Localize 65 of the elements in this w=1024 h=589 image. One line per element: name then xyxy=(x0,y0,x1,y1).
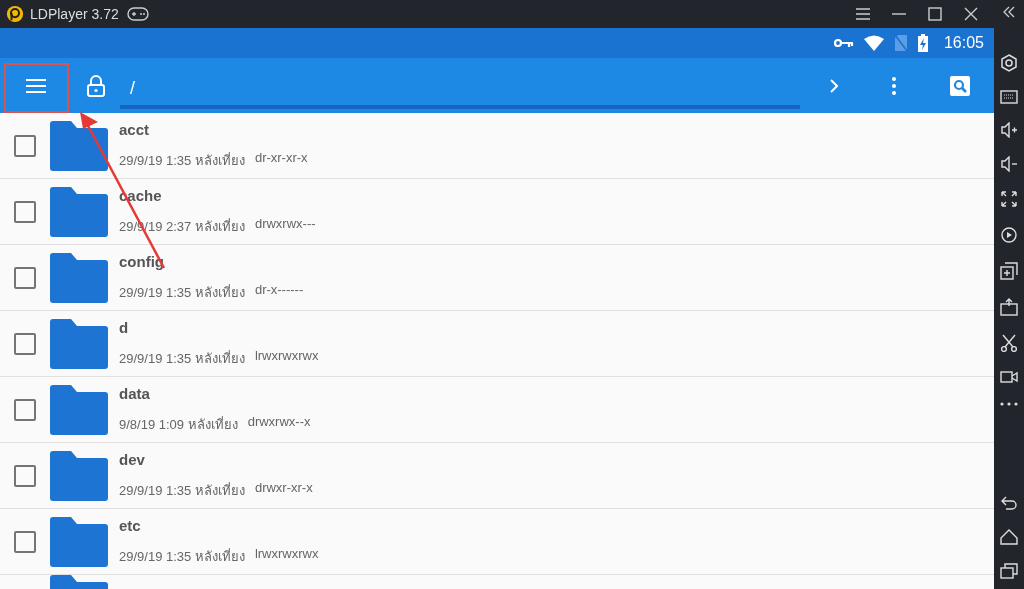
file-name: d xyxy=(119,318,130,336)
modified-date: 29/9/19 1:35 หลังเที่ยง xyxy=(119,547,245,566)
file-permissions: drwxrwx--x xyxy=(247,413,311,431)
folder-icon xyxy=(50,516,108,567)
video-camera-icon[interactable] xyxy=(1000,370,1018,384)
path-field[interactable]: / xyxy=(120,72,800,109)
file-permissions: drwxrwx--- xyxy=(254,215,316,233)
wifi-icon xyxy=(863,35,884,51)
modified-date: 29/9/19 1:35 หลังเที่ยง xyxy=(119,151,245,170)
modified-date: 9/8/19 1:09 หลังเที่ยง xyxy=(119,415,238,434)
search-icon[interactable] xyxy=(950,75,970,96)
close-icon[interactable] xyxy=(964,7,978,21)
file-name: etc xyxy=(119,516,142,534)
menu-icon[interactable] xyxy=(856,8,870,20)
lock-icon[interactable] xyxy=(87,74,105,97)
apk-install-icon[interactable] xyxy=(1000,298,1018,316)
file-permissions: lrwxrwxrwx xyxy=(254,347,319,365)
no-sim-icon xyxy=(893,34,908,52)
modified-date: 29/9/19 1:35 หลังเที่ยง xyxy=(119,349,245,368)
add-window-icon[interactable] xyxy=(1000,262,1018,280)
rotate-icon[interactable] xyxy=(1000,226,1018,244)
window-title: LDPlayer 3.72 xyxy=(30,6,119,22)
highlight-frame xyxy=(4,63,69,113)
home-icon[interactable] xyxy=(1000,529,1018,545)
checkbox[interactable] xyxy=(14,266,36,289)
checkbox[interactable] xyxy=(14,464,36,487)
file-permissions: dr-xr-xr-x xyxy=(254,149,308,167)
clock-time: 16:05 xyxy=(943,34,984,52)
folder-icon xyxy=(50,575,108,589)
maximize-icon[interactable] xyxy=(928,7,942,21)
folder-icon xyxy=(50,186,108,237)
file-permissions: drwxr-xr-x xyxy=(254,479,313,497)
file-permissions: dr-x------ xyxy=(254,281,304,299)
checkbox[interactable] xyxy=(14,200,36,223)
volume-down-icon[interactable] xyxy=(1000,156,1018,172)
recent-apps-icon[interactable] xyxy=(1000,563,1018,579)
chevron-right-icon[interactable] xyxy=(830,78,838,93)
battery-icon xyxy=(917,34,928,52)
menu-icon xyxy=(26,78,46,93)
back-icon[interactable] xyxy=(1000,495,1018,511)
file-name: dev xyxy=(119,450,146,468)
file-permissions: lrwxrwxrwx xyxy=(254,545,319,563)
fullscreen-icon[interactable] xyxy=(1000,190,1018,208)
modified-date: 29/9/19 1:35 หลังเที่ยง xyxy=(119,283,245,302)
volume-up-icon[interactable] xyxy=(1000,122,1018,138)
settings-icon[interactable] xyxy=(1000,54,1018,72)
more-icon[interactable] xyxy=(1000,402,1018,406)
folder-icon xyxy=(50,252,108,303)
checkbox[interactable] xyxy=(14,332,36,355)
modified-date: 29/9/19 1:35 หลังเที่ยง xyxy=(119,481,245,500)
gamepad-icon[interactable] xyxy=(126,7,149,21)
file-name: acct xyxy=(119,120,151,138)
keyboard-icon[interactable] xyxy=(1000,90,1018,104)
folder-icon xyxy=(50,120,108,171)
scissors-icon[interactable] xyxy=(1000,334,1018,352)
key-icon xyxy=(833,38,854,48)
file-name: data xyxy=(119,384,151,402)
app-logo-icon xyxy=(6,5,24,23)
checkbox[interactable] xyxy=(14,134,36,157)
collapse-icon[interactable] xyxy=(1002,6,1016,18)
folder-icon xyxy=(50,318,108,369)
folder-icon xyxy=(50,384,108,435)
folder-icon xyxy=(50,450,108,501)
checkbox[interactable] xyxy=(14,530,36,553)
checkbox[interactable] xyxy=(14,398,36,421)
